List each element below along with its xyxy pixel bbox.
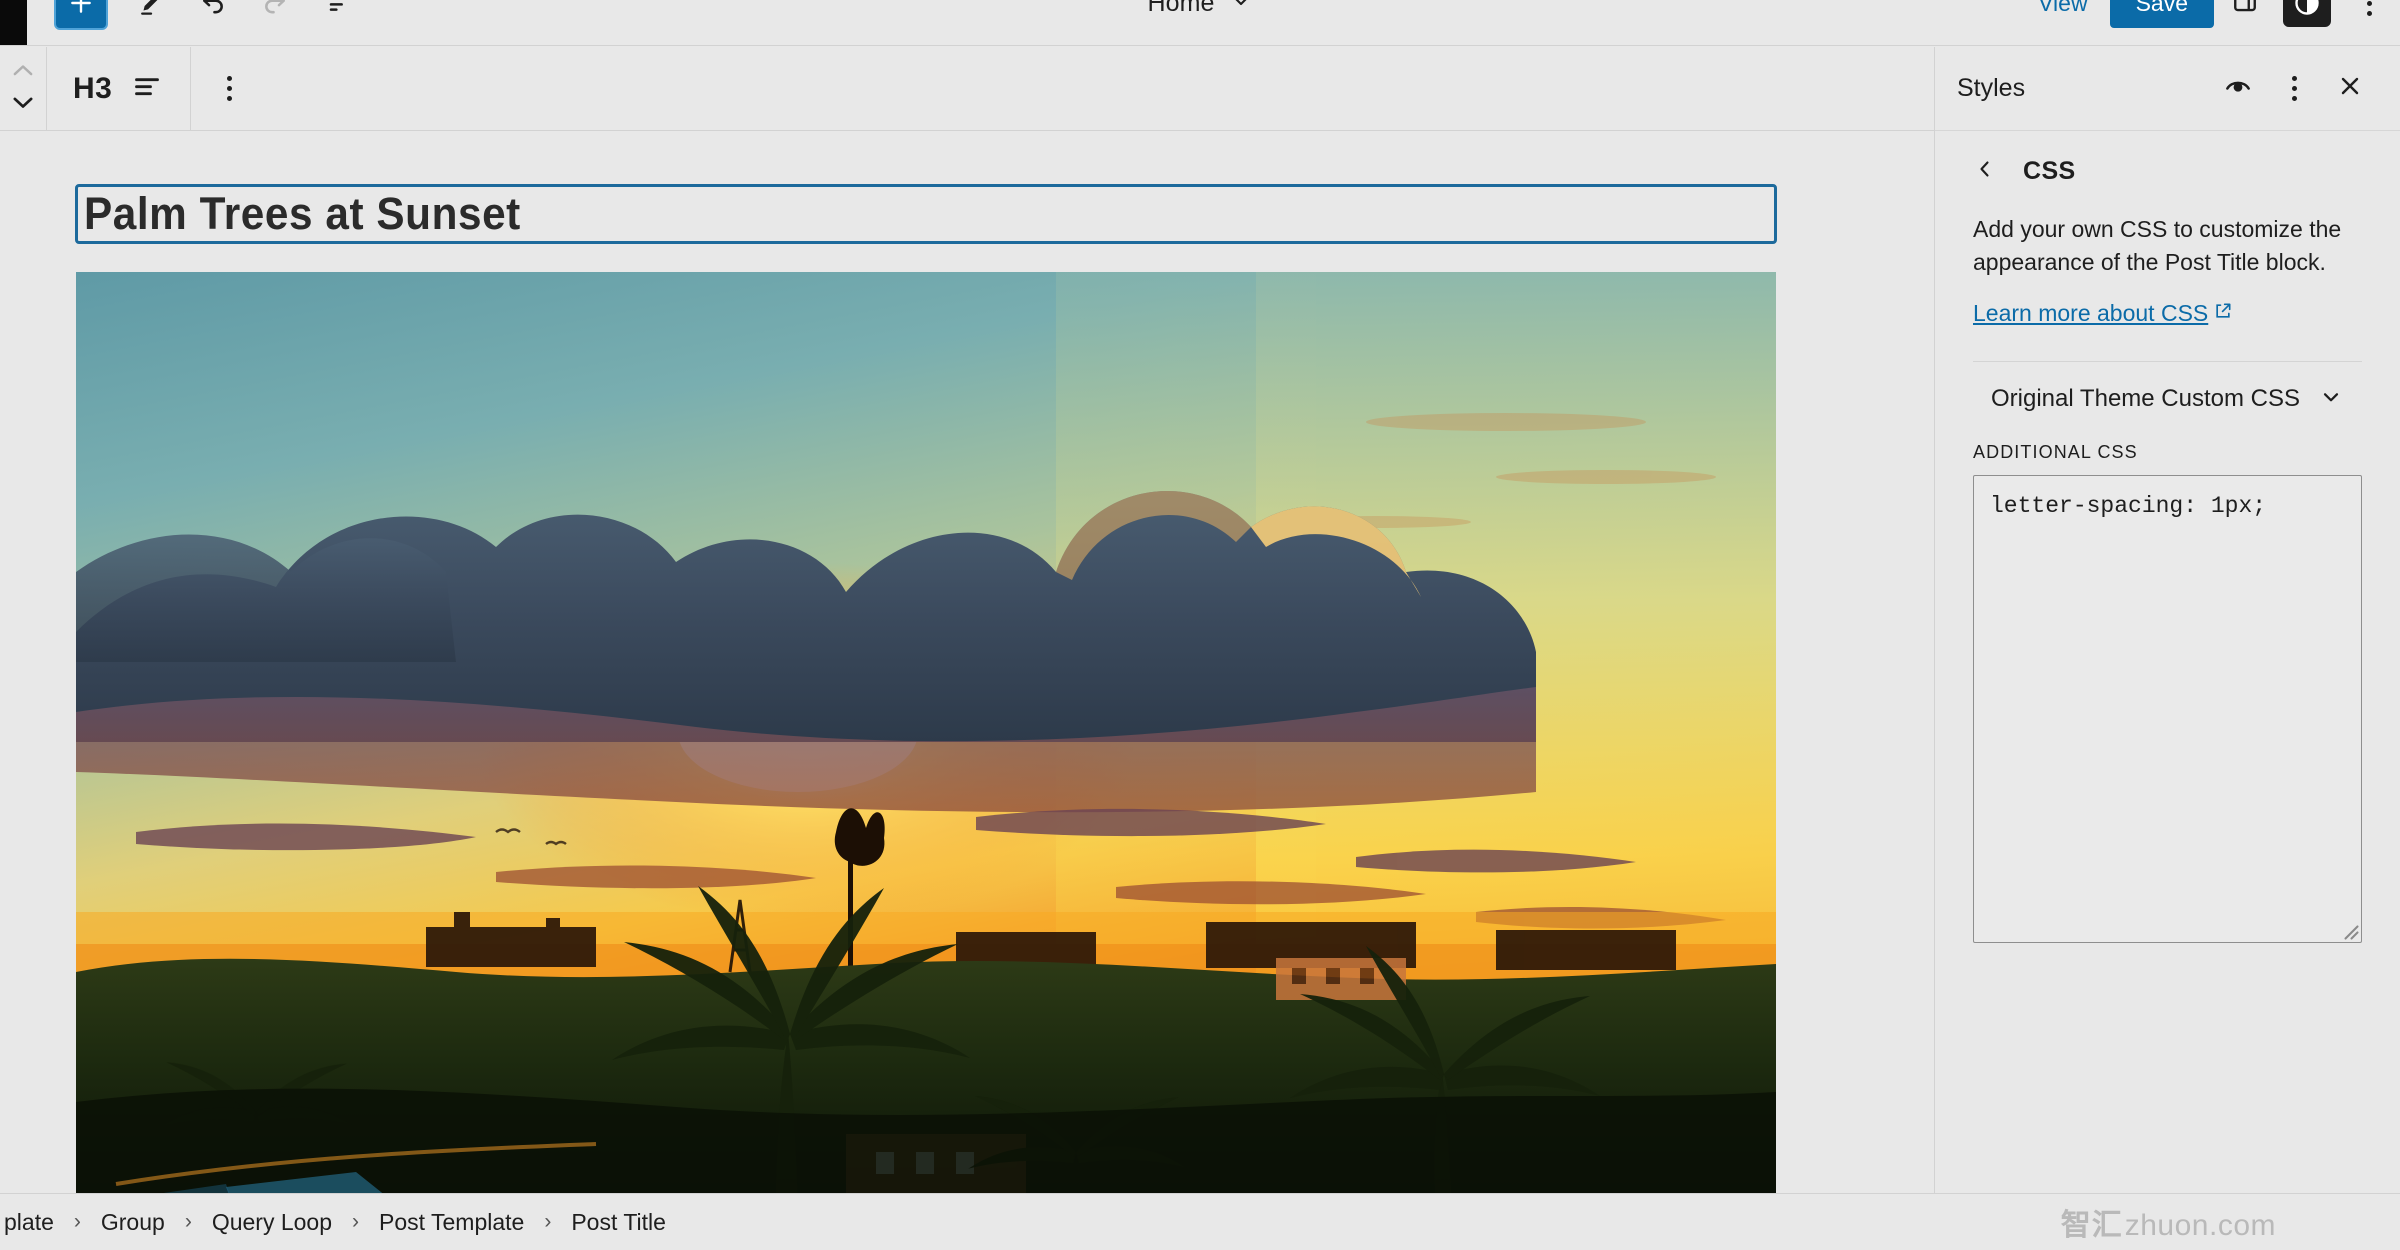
- document-title-label: Home: [1147, 0, 1215, 17]
- breadcrumb-item[interactable]: plate: [0, 1209, 58, 1236]
- breadcrumb-separator: ›: [352, 1210, 360, 1233]
- block-options-button[interactable]: [191, 47, 267, 131]
- sunset-photo-illustration: [76, 272, 1776, 1210]
- sidebar-body: CSS Add your own CSS to customize the ap…: [1935, 131, 2400, 944]
- kebab-menu-icon: [2291, 76, 2297, 101]
- chevron-up-icon[interactable]: [9, 61, 37, 84]
- additional-css-label: ADDITIONAL CSS: [1973, 442, 2138, 463]
- additional-css-value: letter-spacing: 1px;: [1990, 493, 2267, 520]
- close-sidebar-button[interactable]: [2322, 61, 2378, 117]
- block-breadcrumb-bar: plate › Group › Query Loop › Post Template › Pos…: [0, 1193, 2400, 1250]
- breadcrumb: plate › Group › Query Loop › Post Template › Pos…: [0, 1209, 670, 1236]
- block-type-label: H3: [73, 71, 113, 105]
- sidebar-header: Styles: [1935, 47, 2400, 131]
- sidebar-toggle-button[interactable]: [2214, 0, 2276, 28]
- block-mover[interactable]: [0, 47, 46, 131]
- learn-more-css-label: Learn more about CSS: [1973, 300, 2209, 327]
- original-theme-css-accordion[interactable]: Original Theme Custom CSS: [1973, 362, 2362, 436]
- save-button[interactable]: Save: [2109, 0, 2214, 28]
- back-button[interactable]: [1973, 157, 1997, 186]
- styles-sidebar: Styles CSS Add your own CSS to customize…: [1934, 47, 2400, 1193]
- breadcrumb-item[interactable]: Query Loop: [208, 1209, 336, 1236]
- style-book-button[interactable]: [2210, 61, 2266, 117]
- css-help-text: Add your own CSS to customize the appear…: [1973, 216, 2342, 275]
- watermark-cjk: 智汇: [2060, 1209, 2123, 1242]
- styles-more-button[interactable]: [2266, 61, 2322, 117]
- resize-grip-icon[interactable]: [2341, 922, 2359, 940]
- additional-css-textarea[interactable]: letter-spacing: 1px;: [1973, 475, 2362, 944]
- contrast-circle-icon: [2283, 0, 2331, 27]
- learn-more-css-link[interactable]: Learn more about CSS: [1973, 300, 2233, 327]
- eye-icon: [2223, 71, 2253, 106]
- chevron-down-icon: [2318, 384, 2344, 415]
- align-left-icon[interactable]: [130, 72, 164, 105]
- more-options-button[interactable]: [2338, 0, 2400, 28]
- chevron-left-icon: [1973, 160, 1997, 185]
- editor-canvas: Palm Trees at Sunset: [0, 132, 1934, 1210]
- kebab-menu-icon: [226, 76, 232, 101]
- panel-layout-icon: [2230, 0, 2260, 21]
- accordion-label: Original Theme Custom CSS: [1991, 385, 2300, 413]
- breadcrumb-item[interactable]: Post Template: [375, 1209, 528, 1236]
- kebab-menu-icon: [2366, 0, 2372, 16]
- breadcrumb-separator: ›: [184, 1210, 192, 1233]
- chevron-down-icon: [1229, 0, 1253, 18]
- external-link-icon: [2213, 300, 2233, 327]
- block-toolbar: H3: [0, 46, 1934, 131]
- breadcrumb-item[interactable]: Group: [97, 1209, 169, 1236]
- view-button[interactable]: View: [2016, 0, 2109, 28]
- css-panel-title: CSS: [2023, 156, 2076, 185]
- watermark: 智汇 zhuon.com: [2061, 1200, 2276, 1244]
- watermark-latin: zhuon.com: [2124, 1209, 2276, 1242]
- chevron-down-icon[interactable]: [9, 94, 37, 117]
- styles-toggle-button[interactable]: [2276, 0, 2338, 28]
- post-title-text: Palm Trees at Sunset: [84, 188, 521, 239]
- wordpress-site-editor: Home View Save H3 Palm Trees at Sunset S…: [0, 0, 2400, 1250]
- editor-top-bar: Home View Save: [0, 0, 2400, 46]
- block-type-button[interactable]: H3: [47, 47, 190, 131]
- top-bar-actions: View Save: [2016, 0, 2400, 28]
- breadcrumb-separator: ›: [544, 1210, 552, 1233]
- breadcrumb-item[interactable]: Post Title: [567, 1209, 670, 1236]
- sidebar-title: Styles: [1957, 74, 2026, 102]
- close-x-icon: [2336, 72, 2364, 105]
- css-panel-header: CSS: [1973, 131, 2362, 211]
- featured-image[interactable]: [76, 272, 1776, 1210]
- post-title-block[interactable]: Palm Trees at Sunset: [75, 184, 1777, 244]
- breadcrumb-separator: ›: [73, 1210, 81, 1233]
